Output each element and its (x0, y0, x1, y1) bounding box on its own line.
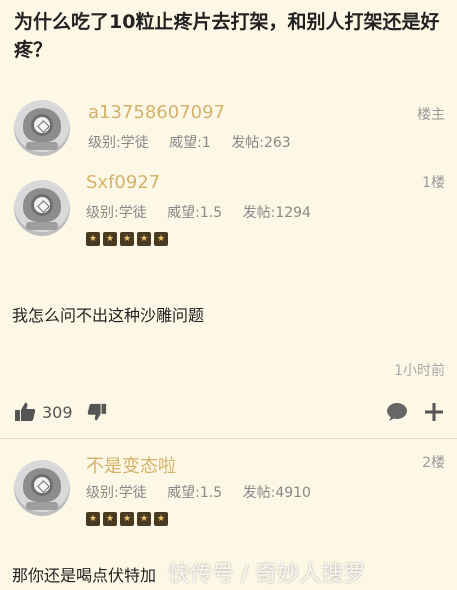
op-avatar[interactable] (14, 100, 70, 156)
reply-1-prestige: 威望:1.5 (167, 205, 223, 221)
like-count: 309 (42, 402, 73, 422)
medal-icon: ★ (120, 512, 134, 526)
medal-icon: ★ (86, 232, 100, 246)
reply-1: Sxf0927 级别:学徒 威望:1.5 发帖:1294 1楼 ★ ★ ★ ★ … (0, 166, 457, 396)
reply-1-badges: ★ ★ ★ ★ ★ (86, 232, 168, 246)
op-meta: 级别:学徒 威望:1 发帖:263 (88, 132, 307, 152)
reply-2-username[interactable]: 不是变态啦 (86, 452, 176, 478)
medal-icon: ★ (154, 512, 168, 526)
divider (0, 438, 457, 439)
op-level: 级别:学徒 (88, 135, 149, 151)
reply-1-time: 1小时前 (394, 363, 445, 379)
reply-2-content: 那你还是喝点伏特加 (12, 566, 157, 585)
thumbs-up-icon (15, 402, 36, 421)
op-prestige: 威望:1 (169, 135, 211, 151)
medal-icon: ★ (103, 512, 117, 526)
medal-icon: ★ (86, 512, 100, 526)
watermark: 快传号 / 奇妙人搜罗 (168, 562, 366, 587)
reply-2-posts: 发帖:4910 (242, 485, 311, 501)
reply-2-level: 级别:学徒 (86, 485, 147, 501)
reply-1-level: 级别:学徒 (86, 205, 147, 221)
reply-1-floor: 1楼 (422, 175, 445, 191)
reply-1-posts: 发帖:1294 (242, 205, 311, 221)
reply-1-avatar[interactable] (14, 180, 70, 236)
comment-icon[interactable] (386, 402, 408, 422)
reply-2-prestige: 威望:1.5 (167, 485, 223, 501)
reply-1-username[interactable]: Sxf0927 (86, 172, 160, 193)
reply-2-badges: ★ ★ ★ ★ ★ (86, 512, 168, 526)
medal-icon: ★ (137, 512, 151, 526)
reply-1-meta: 级别:学徒 威望:1.5 发帖:1294 (86, 202, 327, 222)
op-posts: 发帖:263 (231, 135, 291, 151)
reply-1-content: 我怎么问不出这种沙雕问题 (12, 306, 205, 325)
reply-1-actions: 309 (0, 396, 457, 430)
medal-icon: ★ (154, 232, 168, 246)
reply-2-avatar[interactable] (14, 460, 70, 516)
op-header: a13758607097 级别:学徒 威望:1 发帖:263 楼主 (0, 86, 457, 166)
medal-icon: ★ (103, 232, 117, 246)
reply-2-floor: 2楼 (422, 455, 445, 471)
thumbs-down-icon[interactable] (87, 402, 107, 422)
op-username[interactable]: a13758607097 (88, 102, 225, 123)
like-button[interactable]: 309 (14, 402, 107, 422)
reply-2-meta: 级别:学徒 威望:1.5 发帖:4910 (86, 482, 327, 502)
thread-title: 为什么吃了10粒止疼片去打架，和别人打架还是好疼？ (14, 11, 440, 61)
op-floor: 楼主 (417, 107, 445, 123)
plus-icon[interactable] (424, 402, 444, 422)
medal-icon: ★ (120, 232, 134, 246)
medal-icon: ★ (137, 232, 151, 246)
